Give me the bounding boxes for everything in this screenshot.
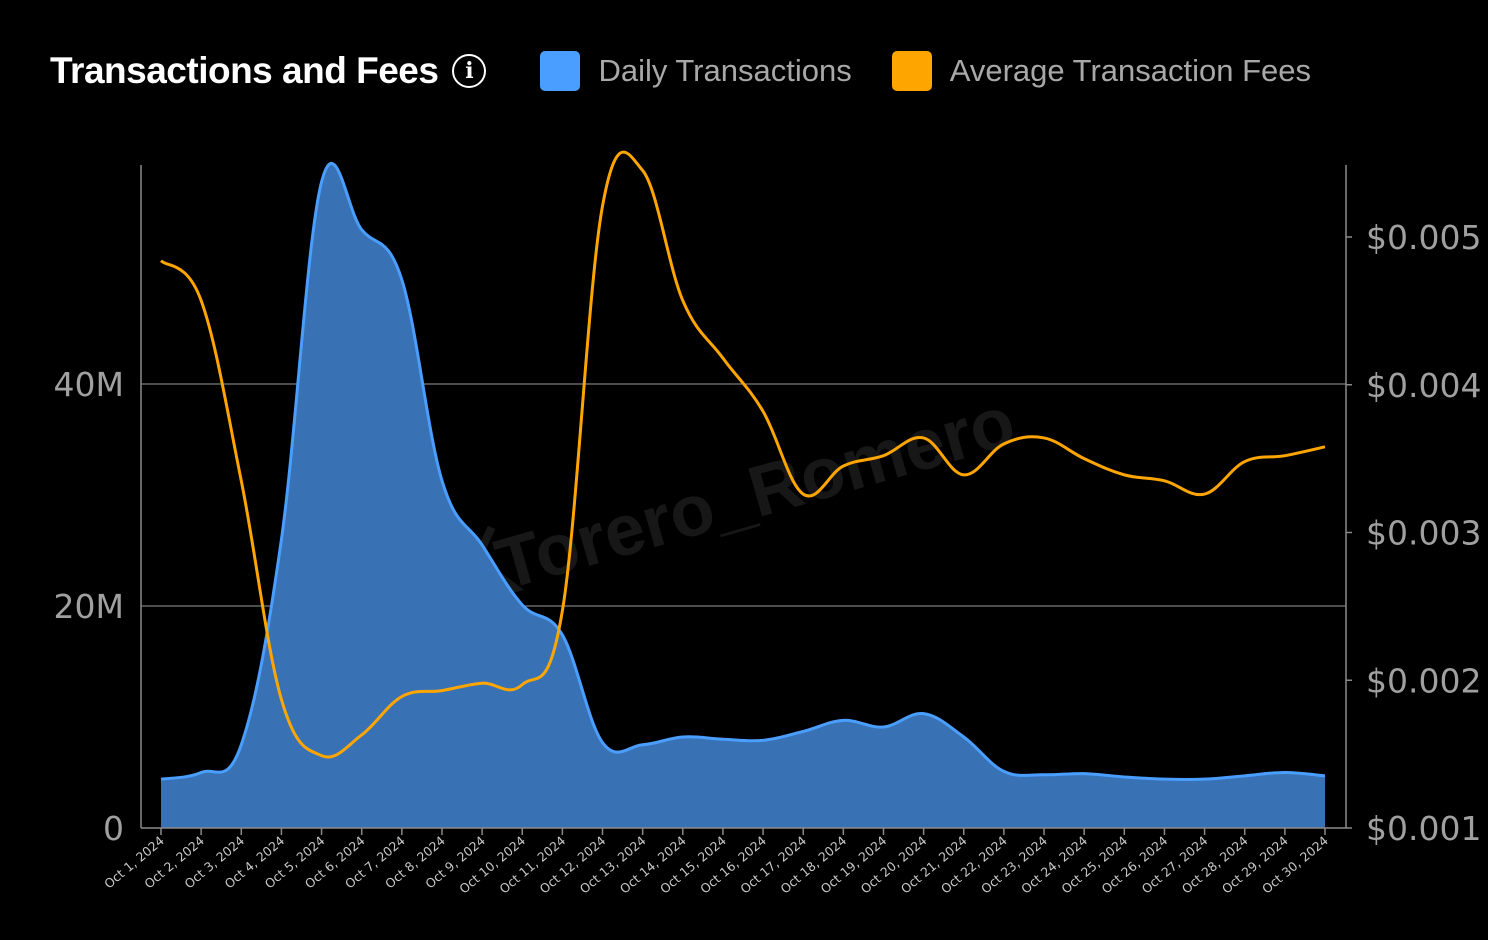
right-tick-label: $0.001 <box>1366 809 1481 848</box>
right-tick-label: $0.002 <box>1366 661 1481 700</box>
right-tick-label: $0.003 <box>1366 514 1481 553</box>
chart-canvas: Torero_Romero 020M40M $0.001$0.002$0.003… <box>54 150 1481 897</box>
right-tick-label: $0.004 <box>1366 366 1481 405</box>
left-tick-label: 40M <box>54 365 124 404</box>
left-axis: 0 20M 40M <box>54 365 124 848</box>
right-axis: $0.001 $0.002 $0.003 $0.004 $0.005 <box>1346 218 1481 848</box>
x-axis: Oct 1, 2024Oct 2, 2024Oct 3, 2024Oct 4, … <box>101 828 1331 897</box>
left-tick-label: 0 <box>103 809 124 848</box>
right-tick-label: $0.005 <box>1366 218 1481 257</box>
left-tick-label: 20M <box>54 587 124 626</box>
